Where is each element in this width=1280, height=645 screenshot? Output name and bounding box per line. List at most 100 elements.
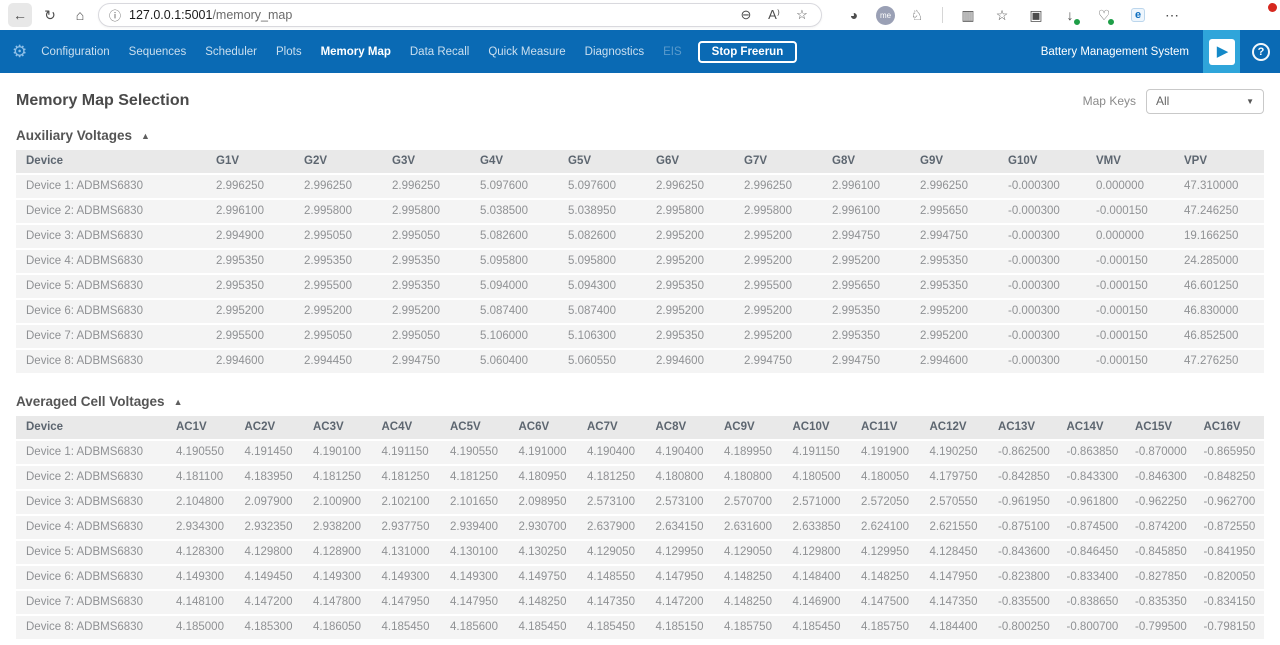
collections-icon[interactable]: ▣ xyxy=(1024,3,1048,27)
value-cell: -0.800700 xyxy=(1059,616,1128,639)
value-cell: -0.000150 xyxy=(1088,250,1176,273)
add-favorite-icon[interactable]: ☆ xyxy=(793,6,811,24)
zoom-out-icon[interactable]: ⊖ xyxy=(737,6,755,24)
value-cell: 4.191000 xyxy=(511,441,580,464)
value-cell: 2.102100 xyxy=(374,491,443,514)
column-header: G10V xyxy=(1000,150,1088,173)
nav-item-data-recall[interactable]: Data Recall xyxy=(410,46,469,58)
device-cell: Device 3: ADBMS6830 xyxy=(16,491,168,514)
read-aloud-icon[interactable]: A⁾ xyxy=(765,6,783,24)
nav-item-configuration[interactable]: Configuration xyxy=(41,46,109,58)
extension-icon[interactable]: ◕ xyxy=(842,3,866,27)
column-header: G6V xyxy=(648,150,736,173)
column-header: G2V xyxy=(296,150,384,173)
value-cell: -0.000300 xyxy=(1000,200,1088,223)
back-icon[interactable]: ← xyxy=(8,3,32,27)
value-cell: -0.872550 xyxy=(1196,516,1265,539)
value-cell: 2.637900 xyxy=(579,516,648,539)
help-button[interactable]: ? xyxy=(1252,43,1270,61)
device-cell: Device 2: ADBMS6830 xyxy=(16,200,208,223)
value-cell: 5.106000 xyxy=(472,325,560,348)
section-title: Auxiliary Voltages xyxy=(16,128,132,143)
run-tile[interactable]: ▶ xyxy=(1203,30,1240,73)
url-bar[interactable]: ⓘ 127.0.0.1:5001/memory_map ⊖A⁾☆ xyxy=(98,3,822,27)
device-cell: Device 1: ADBMS6830 xyxy=(16,175,208,198)
value-cell: 4.179750 xyxy=(922,466,991,489)
refresh-icon[interactable]: ↻ xyxy=(38,3,62,27)
value-cell: 4.129050 xyxy=(716,541,785,564)
collapse-triangle-icon[interactable]: ▲ xyxy=(174,397,183,407)
value-cell: 24.285000 xyxy=(1176,250,1264,273)
nav-item-scheduler[interactable]: Scheduler xyxy=(205,46,257,58)
value-cell: 4.129950 xyxy=(853,541,922,564)
value-cell: 2.994750 xyxy=(912,225,1000,248)
value-cell: 4.147200 xyxy=(648,591,717,614)
nav-item-quick-measure[interactable]: Quick Measure xyxy=(488,46,565,58)
favorites-icon[interactable]: ☆ xyxy=(990,3,1014,27)
downloads-icon[interactable]: ↓ xyxy=(1058,3,1082,27)
section-averaged-cell-voltages[interactable]: Averaged Cell Voltages ▲ xyxy=(16,393,1264,410)
value-cell: 4.191150 xyxy=(785,441,854,464)
nav-item-diagnostics[interactable]: Diagnostics xyxy=(585,46,644,58)
value-cell: 4.147500 xyxy=(853,591,922,614)
column-header: AC5V xyxy=(442,416,511,439)
browser-essentials-icon[interactable]: ♡ xyxy=(1092,3,1116,27)
value-cell: 4.191150 xyxy=(374,441,443,464)
value-cell: -0.863850 xyxy=(1059,441,1128,464)
value-cell: 4.186050 xyxy=(305,616,374,639)
nav-item-sequences[interactable]: Sequences xyxy=(129,46,187,58)
column-header: G1V xyxy=(208,150,296,173)
value-cell: 4.148250 xyxy=(716,591,785,614)
map-keys-select[interactable]: All ▼ xyxy=(1146,89,1264,114)
value-cell: 4.185450 xyxy=(374,616,443,639)
nav-item-eis[interactable]: EIS xyxy=(663,46,682,58)
value-cell: 2.995650 xyxy=(912,200,1000,223)
value-cell: -0.962700 xyxy=(1196,491,1265,514)
url-host: 127.0.0.1:5001 xyxy=(129,8,212,22)
play-icon: ▶ xyxy=(1217,44,1229,59)
value-cell: -0.798150 xyxy=(1196,616,1265,639)
value-cell: 19.166250 xyxy=(1176,225,1264,248)
value-cell: 4.147950 xyxy=(922,566,991,589)
value-cell: 2.994750 xyxy=(384,350,472,373)
value-cell: -0.862500 xyxy=(990,441,1059,464)
settings-gear-icon[interactable]: ⚙ xyxy=(12,42,27,62)
value-cell: -0.000300 xyxy=(1000,300,1088,323)
more-menu-icon[interactable]: ⋯ xyxy=(1160,3,1184,27)
value-cell: 5.094300 xyxy=(560,275,648,298)
value-cell: 2.995800 xyxy=(384,200,472,223)
nav-item-plots[interactable]: Plots xyxy=(276,46,302,58)
value-cell: 2.097900 xyxy=(237,491,306,514)
value-cell: 46.830000 xyxy=(1176,300,1264,323)
value-cell: 2.101650 xyxy=(442,491,511,514)
profile-badge[interactable]: me xyxy=(876,6,895,25)
value-cell: 4.149750 xyxy=(511,566,580,589)
value-cell: 4.184400 xyxy=(922,616,991,639)
table-row: Device 4: ADBMS68302.9953502.9953502.995… xyxy=(16,250,1264,273)
value-cell: 4.190250 xyxy=(922,441,991,464)
value-cell: 4.185300 xyxy=(237,616,306,639)
value-cell: 2.995050 xyxy=(384,225,472,248)
table-row: Device 8: ADBMS68304.1850004.1853004.186… xyxy=(16,616,1264,639)
section-auxiliary-voltages[interactable]: Auxiliary Voltages ▲ xyxy=(16,127,1264,144)
extension-icon-2[interactable]: ♘ xyxy=(905,3,929,27)
site-info-icon[interactable]: ⓘ xyxy=(109,7,121,24)
table-row: Device 5: ADBMS68302.9953502.9955002.995… xyxy=(16,275,1264,298)
home-icon[interactable]: ⌂ xyxy=(68,3,92,27)
nav-item-memory-map[interactable]: Memory Map xyxy=(321,46,391,58)
toolbar-divider xyxy=(942,7,943,23)
value-cell: -0.000300 xyxy=(1000,275,1088,298)
collapse-triangle-icon[interactable]: ▲ xyxy=(141,131,150,141)
value-cell: 2.994450 xyxy=(296,350,384,373)
value-cell: 5.097600 xyxy=(472,175,560,198)
value-cell: 4.128450 xyxy=(922,541,991,564)
column-header: AC1V xyxy=(168,416,237,439)
stop-freerun-button[interactable]: Stop Freerun xyxy=(698,41,798,63)
column-header: AC14V xyxy=(1059,416,1128,439)
value-cell: 2.100900 xyxy=(305,491,374,514)
edge-sidebar-icon[interactable]: e xyxy=(1126,3,1150,27)
value-cell: 2.995200 xyxy=(912,325,1000,348)
split-screen-icon[interactable]: ▥ xyxy=(956,3,980,27)
value-cell: 2.934300 xyxy=(168,516,237,539)
device-cell: Device 1: ADBMS6830 xyxy=(16,441,168,464)
